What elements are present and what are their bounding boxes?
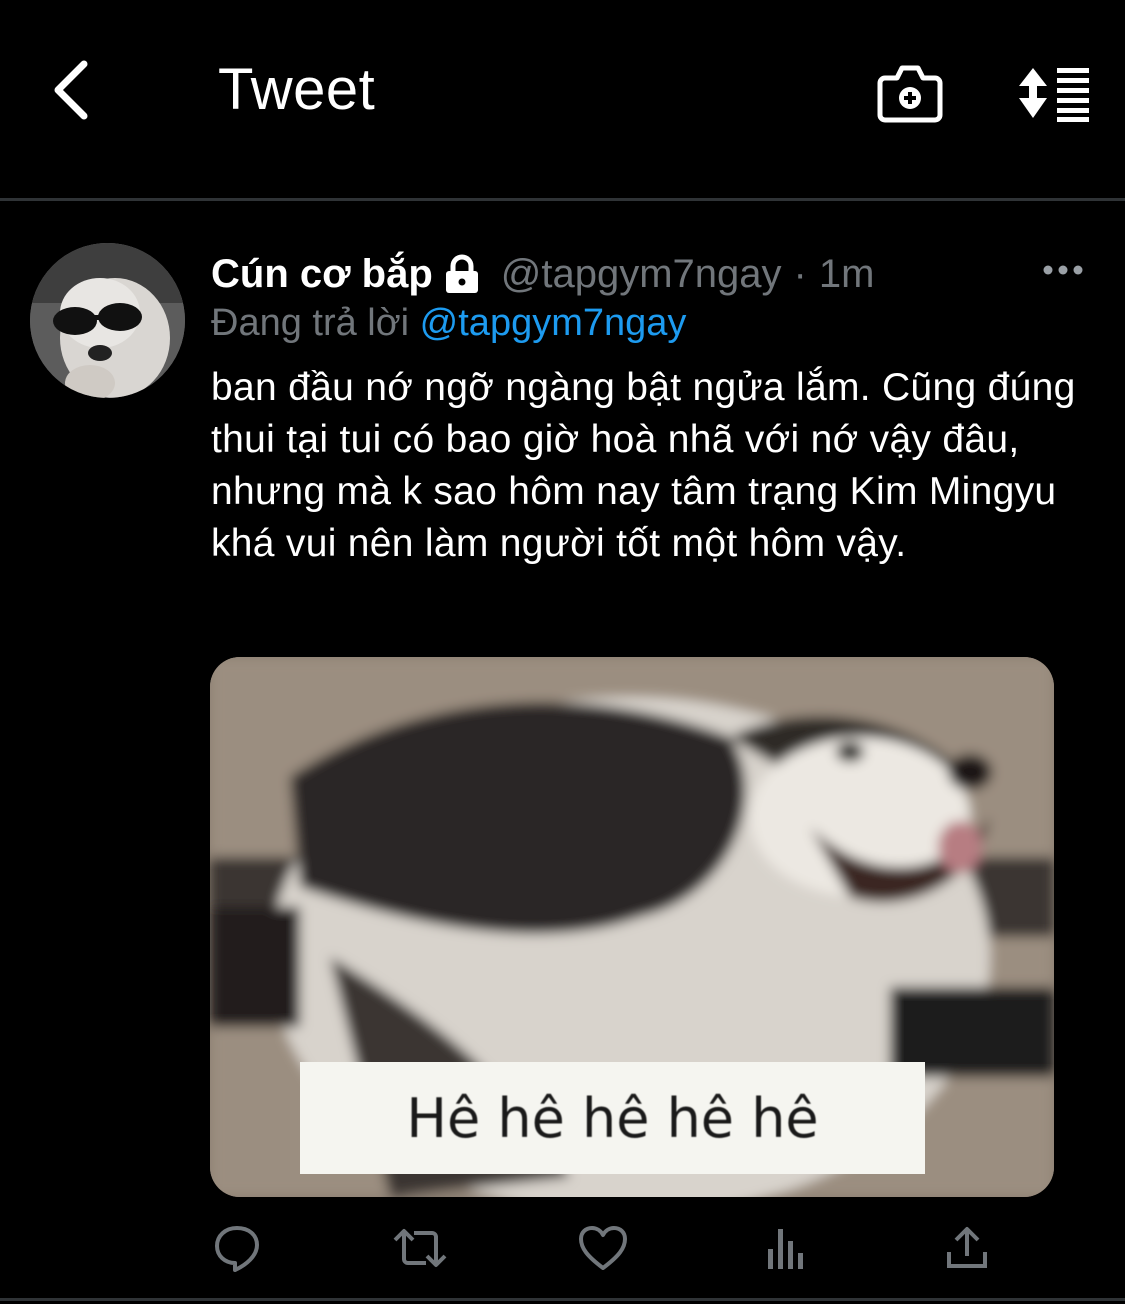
top-navigation-bar: Tweet [0,0,1125,198]
back-button[interactable] [30,50,110,130]
avatar[interactable] [30,243,185,398]
tweet-actions-bar [0,1218,1125,1284]
author-name[interactable]: Cún cơ bắp [211,252,433,297]
sort-options-button[interactable] [1005,55,1100,130]
retweet-icon [393,1229,447,1267]
chevron-left-icon [54,60,88,120]
page-title: Tweet [218,57,376,122]
replying-to-label: Đang trả lời [211,302,410,344]
heart-icon [579,1226,627,1270]
lock-icon [441,253,483,295]
replying-to-mention[interactable]: @tapgym7ngay [420,302,687,344]
tweet-text: ban đầu nớ ngỡ ngàng bật ngửa lắm. Cũng … [211,366,1076,565]
tweet-author-row: Cún cơ bắp @tapgym7ngay · 1m [211,244,874,304]
avatar-image [30,243,185,398]
analytics-button[interactable] [756,1218,816,1278]
separator-dot: · [793,251,807,296]
bottom-divider [0,1298,1125,1301]
more-dots-icon [1043,265,1082,275]
camera-button[interactable] [870,55,950,130]
reply-bubble-icon [215,1226,259,1272]
like-button[interactable] [573,1218,633,1278]
analytics-bars-icon [768,1229,803,1269]
sort-list-icon [1018,67,1089,122]
more-options-button[interactable] [1035,250,1090,290]
replying-to: Đang trả lời @tapgym7ngay [211,296,686,350]
tweet-timestamp: 1m [818,251,875,296]
share-button[interactable] [937,1218,997,1278]
share-upload-icon [947,1227,987,1268]
camera-plus-icon [877,65,943,122]
retweet-button[interactable] [390,1218,450,1278]
reply-button[interactable] [207,1218,267,1278]
tweet-media-image[interactable]: Hê hê hê hê hê [210,657,1054,1197]
meme-caption-box: Hê hê hê hê hê [300,1062,925,1174]
author-handle[interactable]: @tapgym7ngay [501,252,782,297]
header-divider [0,198,1125,201]
meme-caption-text: Hê hê hê hê hê [406,1086,819,1150]
